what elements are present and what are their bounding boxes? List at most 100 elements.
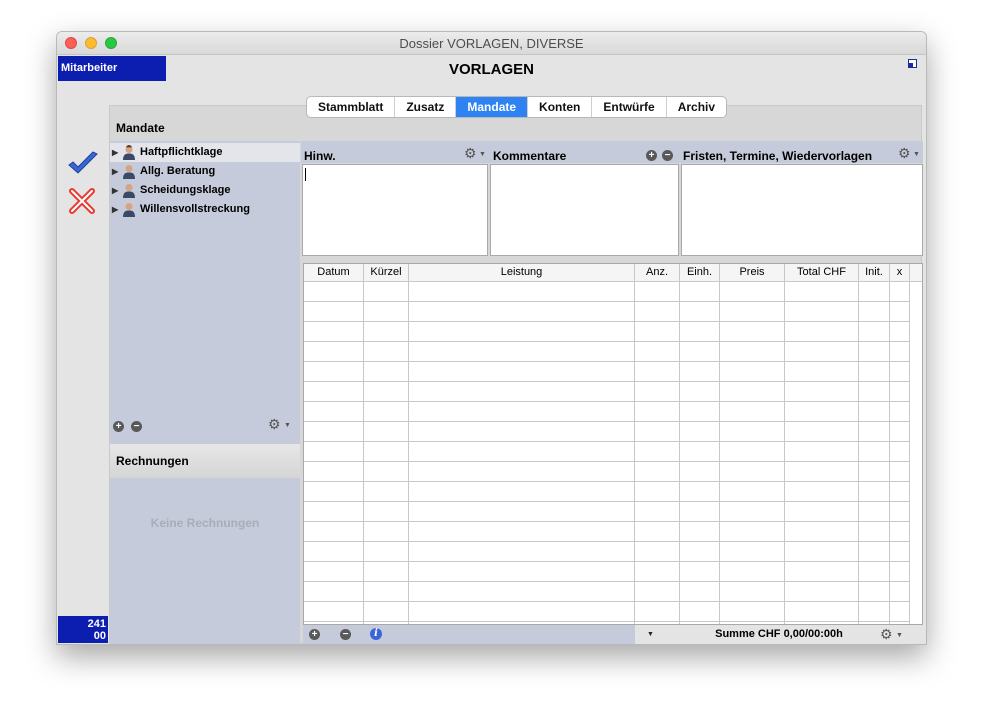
table-footer: + − i ▼ Summe CHF 0,00/00:00h ⚙ ▼ — [303, 625, 923, 644]
add-leistung-button[interactable]: + — [309, 629, 320, 640]
page-title: VORLAGEN — [448, 61, 534, 78]
person-icon — [123, 145, 135, 160]
hinw-textarea[interactable] — [302, 164, 488, 256]
leistungen-table[interactable]: Datum Kürzel Leistung Anz. Einh. Preis T… — [303, 263, 923, 625]
table-header: Datum Kürzel Leistung Anz. Einh. Preis T… — [304, 264, 922, 282]
rechnungen-list: Keine Rechnungen — [110, 478, 300, 644]
column-divider — [858, 281, 859, 624]
column-header-preis[interactable]: Preis — [720, 264, 785, 281]
list-item[interactable]: ▶ Willensvollstreckung — [110, 200, 300, 219]
table-row-divider — [304, 341, 910, 342]
table-row-divider — [304, 581, 910, 582]
table-row-divider — [304, 441, 910, 442]
summe-area: ▼ Summe CHF 0,00/00:00h ⚙ ▼ — [635, 625, 923, 644]
hinw-label: Hinw. — [304, 149, 336, 163]
window-content: Mitarbeiter VORLAGEN 241 00 Stammblatt Z… — [57, 55, 926, 644]
gear-icon[interactable]: ⚙ — [880, 626, 893, 643]
column-header-total[interactable]: Total CHF — [785, 264, 859, 281]
mandate-label: Willensvollstreckung — [140, 203, 250, 215]
column-divider — [719, 281, 720, 624]
person-icon — [123, 203, 135, 217]
disclosure-triangle-icon[interactable]: ▶ — [112, 143, 118, 162]
mandate-label: Allg. Beratung — [140, 165, 216, 177]
column-divider — [909, 281, 910, 624]
table-row-divider — [304, 561, 910, 562]
tab-mandate[interactable]: Mandate — [456, 97, 529, 117]
table-row-divider — [304, 401, 910, 402]
column-header-leistung[interactable]: Leistung — [409, 264, 635, 281]
column-divider — [784, 281, 785, 624]
column-header-kuerzel[interactable]: Kürzel — [364, 264, 409, 281]
column-header-datum[interactable]: Datum — [304, 264, 364, 281]
tab-bar: Stammblatt Zusatz Mandate Konten Entwürf… — [306, 96, 728, 118]
column-header-x[interactable]: x — [890, 264, 910, 281]
column-divider — [889, 281, 890, 624]
kommentare-textarea[interactable] — [490, 164, 679, 256]
list-item[interactable]: ▶ Haftpflichtklage — [110, 143, 300, 162]
mandate-label: Haftpflichtklage — [140, 146, 223, 158]
tab-entwuerfe[interactable]: Entwürfe — [592, 97, 667, 117]
column-divider — [679, 281, 680, 624]
tab-stammblatt[interactable]: Stammblatt — [307, 97, 396, 117]
chevron-down-icon: ▼ — [896, 632, 903, 639]
list-item[interactable]: ▶ Allg. Beratung — [110, 162, 300, 181]
gear-icon[interactable]: ⚙ — [464, 145, 477, 162]
column-header-einh[interactable]: Einh. — [680, 264, 720, 281]
title-bar: Dossier VORLAGEN, DIVERSE — [57, 32, 926, 55]
column-divider — [634, 281, 635, 624]
chevron-down-icon: ▼ — [479, 151, 486, 158]
counter-line-2: 00 — [93, 630, 106, 642]
remove-mandate-button[interactable]: − — [131, 421, 142, 432]
add-kommentar-button[interactable]: + — [646, 150, 657, 161]
record-counter: 241 00 — [58, 616, 108, 643]
table-row-divider — [304, 321, 910, 322]
column-divider — [408, 281, 409, 624]
table-row-divider — [304, 541, 910, 542]
tab-konten[interactable]: Konten — [528, 97, 593, 117]
gear-icon[interactable]: ⚙ — [898, 145, 911, 162]
disclosure-triangle-icon[interactable]: ▶ — [112, 181, 118, 200]
table-row-divider — [304, 381, 910, 382]
gear-icon[interactable]: ⚙ — [268, 416, 281, 433]
app-window: Dossier VORLAGEN, DIVERSE Mitarbeiter VO… — [56, 31, 927, 645]
chevron-down-icon: ▼ — [284, 422, 291, 429]
fristen-textarea[interactable] — [681, 164, 923, 256]
info-icon[interactable]: i — [370, 628, 382, 640]
table-row-divider — [304, 421, 910, 422]
table-row-divider — [304, 361, 910, 362]
x-icon[interactable] — [68, 187, 96, 215]
checkmark-icon[interactable] — [67, 151, 99, 177]
window-mode-button[interactable] — [908, 59, 917, 68]
window-title: Dossier VORLAGEN, DIVERSE — [399, 36, 584, 51]
list-item[interactable]: ▶ Scheidungsklage — [110, 181, 300, 200]
table-row-divider — [304, 481, 910, 482]
table-row-divider — [304, 461, 910, 462]
table-row-divider — [304, 501, 910, 502]
person-icon — [123, 184, 135, 198]
mandate-heading: Mandate — [116, 121, 165, 135]
tab-archiv[interactable]: Archiv — [667, 97, 726, 117]
remove-kommentar-button[interactable]: − — [662, 150, 673, 161]
column-divider — [363, 281, 364, 624]
chevron-down-icon: ▼ — [913, 151, 920, 158]
table-row-divider — [304, 521, 910, 522]
person-icon — [123, 165, 135, 179]
tab-zusatz[interactable]: Zusatz — [395, 97, 457, 117]
kommentare-label: Kommentare — [493, 149, 567, 163]
disclosure-triangle-icon[interactable]: ▶ — [112, 200, 118, 219]
mandate-list: ▶ Haftpflichtklage ▶ Allg. Beratung ▶ Sc… — [110, 141, 300, 444]
text-cursor — [305, 168, 306, 181]
add-mandate-button[interactable]: + — [113, 421, 124, 432]
remove-leistung-button[interactable]: − — [340, 629, 351, 640]
table-row-divider — [304, 301, 910, 302]
empty-state-text: Keine Rechnungen — [150, 516, 260, 530]
table-row-divider — [304, 621, 910, 622]
mandate-label: Scheidungsklage — [140, 184, 231, 196]
table-row-divider — [304, 601, 910, 602]
column-header-init[interactable]: Init. — [859, 264, 890, 281]
disclosure-triangle-icon[interactable]: ▶ — [112, 162, 118, 181]
fristen-label: Fristen, Termine, Wiedervorlagen — [683, 149, 873, 163]
rechnungen-heading: Rechnungen — [110, 444, 300, 478]
column-header-anz[interactable]: Anz. — [635, 264, 680, 281]
counter-line-1: 241 — [87, 618, 106, 630]
